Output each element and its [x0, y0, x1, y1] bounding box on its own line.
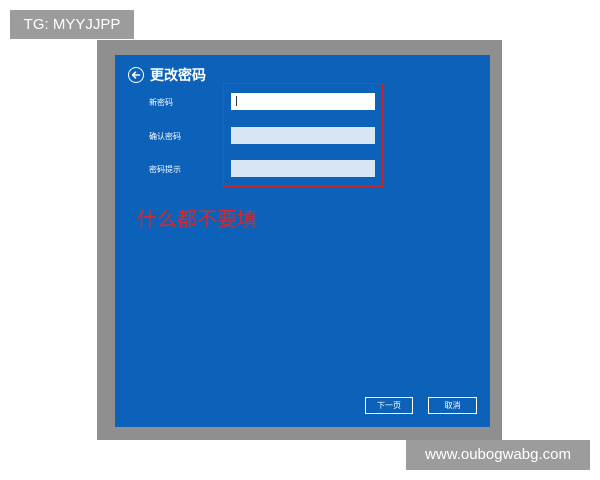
password-hint-label: 密码提示	[149, 165, 181, 174]
back-arrow-glyph	[131, 71, 141, 79]
watermark-bottom: www.oubogwabg.com	[406, 440, 590, 470]
next-page-button[interactable]: 下一页	[365, 397, 413, 414]
highlight-box	[223, 83, 383, 187]
new-password-label: 新密码	[149, 98, 173, 107]
page-title: 更改密码	[150, 68, 206, 84]
cancel-button[interactable]: 取消	[428, 397, 477, 414]
back-arrow-icon[interactable]	[128, 67, 144, 83]
annotation-text: 什么都不要填	[137, 207, 257, 231]
watermark-top: TG: MYYJJPP	[10, 10, 134, 39]
screenshot-stage: TG: MYYJJPP 更改密码 新密码 确认密码 密码提示 什么都不要填 下一…	[0, 0, 600, 480]
dialog-header: 更改密码	[128, 64, 206, 86]
confirm-password-label: 确认密码	[149, 132, 181, 141]
